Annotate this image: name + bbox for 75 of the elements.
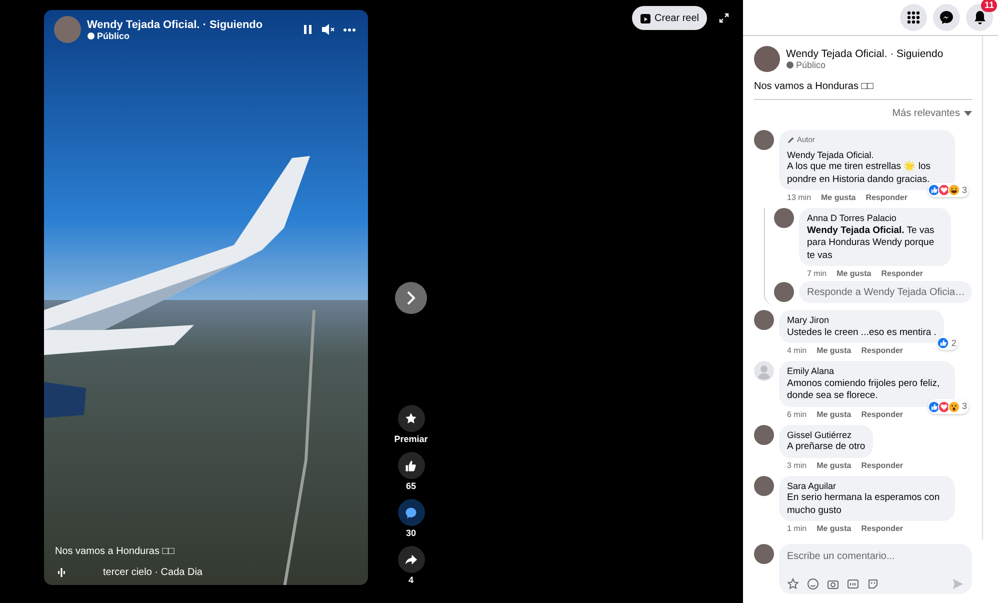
comment-author[interactable]: Anna D Torres Palacio xyxy=(807,212,943,225)
expand-icon[interactable] xyxy=(719,13,729,23)
like-reaction-icon xyxy=(937,337,950,349)
music-track-label[interactable]: tercer cielo · Cada Dia xyxy=(103,567,202,578)
reply-input-field[interactable]: Responde a Wendy Tejada Oficia… xyxy=(799,281,972,304)
reply-link[interactable]: Responder xyxy=(881,269,924,278)
play-clip-icon xyxy=(640,12,651,24)
reaction-summary[interactable]: 3 xyxy=(928,399,969,414)
sparkle-sticker-icon[interactable] xyxy=(787,578,799,590)
comment-time[interactable]: 6 min xyxy=(787,410,807,419)
emoji-icon[interactable] xyxy=(807,578,819,590)
avatar-photo-placeholder[interactable] xyxy=(754,130,774,150)
like-link[interactable]: Me gusta xyxy=(816,346,852,356)
gif-icon[interactable] xyxy=(847,578,859,590)
comment-time[interactable]: 13 min xyxy=(787,193,812,202)
reply-link[interactable]: Responder xyxy=(861,460,904,470)
comment-text: A preñarse de otro xyxy=(787,441,866,454)
reaction-summary[interactable]: 3 xyxy=(928,182,969,198)
post-author-name[interactable]: Wendy Tejada Oficial. · Siguiendo xyxy=(786,48,944,60)
comment-author[interactable]: Sara Aguilar xyxy=(787,480,947,492)
post-text: Nos vamos a Honduras □□ xyxy=(754,81,874,92)
comment-time[interactable]: 4 min xyxy=(787,346,807,356)
reply-link[interactable]: Responder xyxy=(861,524,904,534)
messenger-button[interactable] xyxy=(933,4,960,31)
notification-count-badge: 11 xyxy=(981,0,997,12)
comment-time[interactable]: 3 min xyxy=(787,460,807,470)
next-video-button[interactable] xyxy=(395,282,427,314)
audience-label: Público xyxy=(87,30,297,40)
caret-down-icon xyxy=(964,111,972,116)
sort-dropdown[interactable]: Más relevantes xyxy=(754,108,972,119)
reply-link[interactable]: Responder xyxy=(861,346,904,356)
reply-link[interactable]: Responder xyxy=(866,193,908,202)
grid-menu-icon xyxy=(907,11,920,24)
comment-author[interactable]: Emily Alana xyxy=(787,365,947,378)
reply-link[interactable]: Responder xyxy=(861,410,904,419)
muted-speaker-icon[interactable] xyxy=(321,23,335,36)
create-reel-button[interactable]: Crear reel xyxy=(632,6,707,30)
avatar-photo-placeholder[interactable] xyxy=(754,424,774,445)
comment-text: Ustedes le creen ...eso es mentira . xyxy=(787,326,936,340)
comment-author[interactable]: Gissel Gutiérrez xyxy=(787,428,866,442)
pause-icon[interactable] xyxy=(303,24,313,35)
comment-time[interactable]: 1 min xyxy=(787,524,807,534)
comment-author[interactable]: Wendy Tejada Oficial. xyxy=(787,148,947,162)
comment-author[interactable]: Mary Jiron xyxy=(787,314,936,327)
video-author-name[interactable]: Wendy Tejada Oficial. · Siguiendo xyxy=(87,18,297,30)
like-link[interactable]: Me gusta xyxy=(836,269,872,278)
comment-text: En serio hermana la esperamos con mucho gusto xyxy=(787,492,941,518)
comment-composer[interactable]: Escribe un comentario... xyxy=(779,544,972,594)
avatar-photo-placeholder[interactable] xyxy=(754,310,774,330)
like-link[interactable]: Me gusta xyxy=(821,193,856,202)
audio-wave-icon xyxy=(58,568,65,577)
more-options-icon[interactable] xyxy=(343,28,356,32)
pencil-icon xyxy=(787,136,795,144)
avatar-photo-placeholder[interactable] xyxy=(774,208,794,228)
like-link[interactable]: Me gusta xyxy=(816,524,852,534)
avatar-photo-placeholder[interactable] xyxy=(754,476,774,496)
comment-text: Wendy Tejada Oficial. Te vas para Honduras Wendy porque te vas xyxy=(807,224,936,262)
audience-label: Público xyxy=(786,60,944,70)
avatar-photo-placeholder[interactable] xyxy=(754,544,774,564)
laughing-reaction-icon xyxy=(948,184,960,196)
chat-bubble-icon xyxy=(939,10,954,25)
like-link[interactable]: Me gusta xyxy=(816,410,852,419)
avatar-photo-placeholder[interactable] xyxy=(754,46,780,72)
avatar-photo-placeholder[interactable] xyxy=(774,282,794,302)
chevron-right-icon xyxy=(405,290,417,306)
bell-icon xyxy=(972,10,986,25)
reaction-summary[interactable]: 2 xyxy=(937,336,958,350)
comment-input-field[interactable]: Escribe un comentario... xyxy=(787,548,964,565)
camera-icon[interactable] xyxy=(827,578,839,590)
like-link[interactable]: Me gusta xyxy=(816,460,852,470)
sticker-icon[interactable] xyxy=(867,578,879,590)
comment-time[interactable]: 7 min xyxy=(807,269,827,278)
surprised-reaction-icon xyxy=(948,400,960,412)
menu-grid-button[interactable] xyxy=(900,4,927,31)
video-caption: Nos vamos a Honduras □□ xyxy=(55,546,174,557)
